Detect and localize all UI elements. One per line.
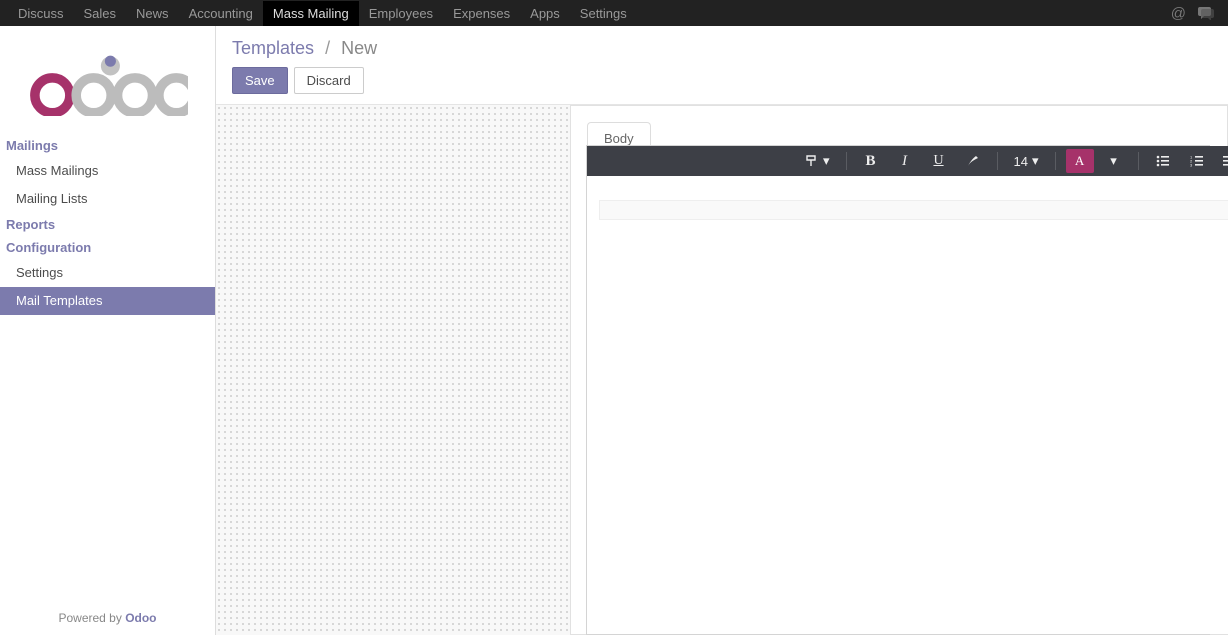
nav-mass-mailing[interactable]: Mass Mailing bbox=[263, 1, 359, 26]
sidebar-section-mailings: Mailings bbox=[0, 134, 215, 157]
align-button[interactable]: ▾ bbox=[1217, 149, 1228, 173]
nav-expenses[interactable]: Expenses bbox=[443, 1, 520, 26]
discard-button[interactable]: Discard bbox=[294, 67, 364, 94]
chevron-down-icon: ▾ bbox=[1110, 153, 1117, 169]
nav-news[interactable]: News bbox=[126, 1, 179, 26]
underline-button[interactable]: U bbox=[925, 149, 953, 173]
sidebar-item-settings[interactable]: Settings bbox=[0, 259, 215, 287]
sidebar: Mailings Mass Mailings Mailing Lists Rep… bbox=[0, 26, 216, 635]
save-button[interactable]: Save bbox=[232, 67, 288, 94]
bold-button[interactable]: B bbox=[857, 149, 885, 173]
chat-icon[interactable] bbox=[1192, 6, 1220, 20]
breadcrumb-bar: Templates / New Save Discard bbox=[216, 26, 1228, 105]
svg-text:3: 3 bbox=[1190, 163, 1193, 168]
footer-brand[interactable]: Odoo bbox=[125, 611, 156, 625]
chevron-down-icon: ▾ bbox=[1032, 153, 1039, 169]
sidebar-footer: Powered by Odoo bbox=[0, 601, 215, 635]
editor-toolbar: ▾ B I U 14 ▾ bbox=[587, 146, 1228, 176]
nav-accounting[interactable]: Accounting bbox=[179, 1, 263, 26]
breadcrumb-current: New bbox=[341, 38, 377, 58]
clear-format-button[interactable] bbox=[959, 149, 987, 173]
editor-canvas[interactable] bbox=[587, 176, 1228, 634]
sidebar-section-reports: Reports bbox=[0, 213, 215, 236]
sidebar-section-configuration: Configuration bbox=[0, 236, 215, 259]
nav-discuss[interactable]: Discuss bbox=[8, 1, 74, 26]
breadcrumb: Templates / New bbox=[232, 38, 1212, 59]
app-logo bbox=[0, 26, 215, 134]
main-area: Templates / New Save Discard Body bbox=[216, 26, 1228, 635]
fontsize-select[interactable]: 14 ▾ bbox=[1008, 149, 1045, 173]
email-editor: Headers fin✔ Left Logo TEXTfin✔ bbox=[586, 145, 1210, 635]
editor-body[interactable] bbox=[599, 200, 1228, 220]
sidebar-item-mass-mailings[interactable]: Mass Mailings bbox=[0, 157, 215, 185]
breadcrumb-root[interactable]: Templates bbox=[232, 38, 314, 58]
footer-prefix: Powered by bbox=[58, 611, 125, 625]
chevron-down-icon: ▾ bbox=[823, 153, 830, 169]
nav-employees[interactable]: Employees bbox=[359, 1, 443, 26]
text-color-dropdown[interactable]: ▾ bbox=[1100, 149, 1128, 173]
nav-apps[interactable]: Apps bbox=[520, 1, 570, 26]
number-list-button[interactable]: 123 bbox=[1183, 149, 1211, 173]
bullet-list-button[interactable] bbox=[1149, 149, 1177, 173]
breadcrumb-sep: / bbox=[325, 38, 330, 58]
sidebar-item-mailing-lists[interactable]: Mailing Lists bbox=[0, 185, 215, 213]
editor-canvas-pane: ▾ B I U 14 ▾ bbox=[587, 146, 1228, 634]
nav-sales[interactable]: Sales bbox=[74, 1, 127, 26]
text-color-button[interactable]: A bbox=[1066, 149, 1094, 173]
mention-icon[interactable]: @ bbox=[1165, 5, 1192, 22]
nav-settings[interactable]: Settings bbox=[570, 1, 637, 26]
paint-format-button[interactable]: ▾ bbox=[799, 149, 836, 173]
italic-button[interactable]: I bbox=[891, 149, 919, 173]
sidebar-item-mail-templates[interactable]: Mail Templates bbox=[0, 287, 215, 315]
top-navbar: Discuss Sales News Accounting Mass Maili… bbox=[0, 0, 1228, 26]
